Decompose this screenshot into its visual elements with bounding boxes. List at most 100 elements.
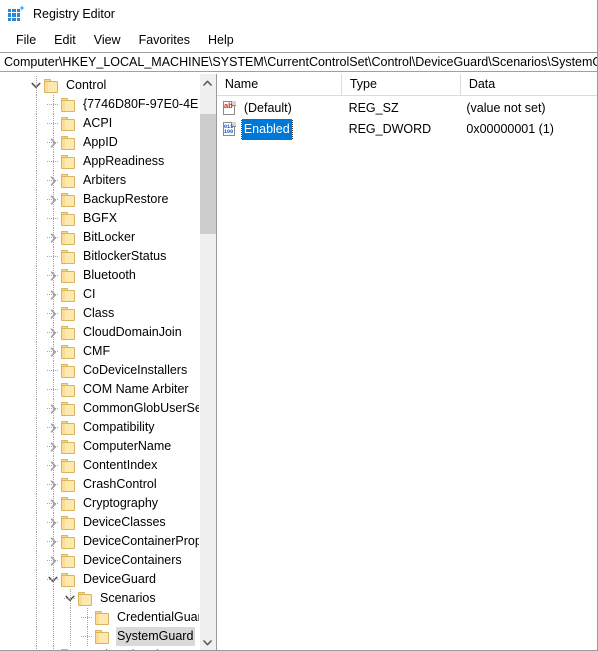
tree-item-devicecontainers[interactable]: DeviceContainers (0, 551, 202, 570)
address-bar[interactable]: Computer\HKEY_LOCAL_MACHINE\SYSTEM\Curre… (0, 52, 597, 72)
menu-item-edit[interactable]: Edit (45, 31, 85, 50)
column-header-type[interactable]: Type (342, 74, 461, 95)
folder-icon (61, 230, 77, 245)
tree-guide-line (36, 114, 37, 133)
tree-item-backuprestore[interactable]: BackupRestore (0, 190, 202, 209)
tree-item-cmf[interactable]: CMF (0, 342, 202, 361)
string-value-icon: ab (222, 101, 236, 116)
value-name-cell: 011 100 Enabled (217, 119, 341, 140)
tree-item-bluetooth[interactable]: Bluetooth (0, 266, 202, 285)
tree-guide-elbow (47, 503, 58, 504)
folder-icon (61, 325, 77, 340)
tree-item-acpi[interactable]: ACPI (0, 114, 202, 133)
tree-item-label: DeviceMigration (82, 646, 175, 650)
folder-icon (61, 534, 77, 549)
tree-item-class[interactable]: Class (0, 304, 202, 323)
tree-item-bgfx[interactable]: BGFX (0, 209, 202, 228)
tree-item-label: BitLocker (83, 230, 136, 244)
tree-item-cryptography[interactable]: Cryptography (0, 494, 202, 513)
value-row[interactable]: 011 100 Enabled REG_DWORD 0x00000001 (1) (217, 119, 597, 140)
tree-vertical-scrollbar[interactable] (198, 74, 216, 650)
tree-item-crashcontrol[interactable]: CrashControl (0, 475, 202, 494)
scroll-down-button[interactable] (199, 634, 216, 650)
tree-item-appid[interactable]: AppID (0, 133, 202, 152)
tree-item-deviceclasses[interactable]: DeviceClasses (0, 513, 202, 532)
registry-editor-window: Registry Editor File Edit View Favorites… (0, 0, 598, 651)
tree-item-devicemigration[interactable]: DeviceMigration (0, 646, 202, 650)
tree-guide-line (36, 209, 37, 228)
tree-item-appreadiness[interactable]: AppReadiness (0, 152, 202, 171)
menu-item-help[interactable]: Help (199, 31, 243, 50)
tree-item-bitlockerstatus[interactable]: BitlockerStatus (0, 247, 202, 266)
tree-item-credentialguard[interactable]: CredentialGuard (0, 608, 202, 627)
tree-item-label: DeviceGuard (83, 572, 156, 586)
tree-item-devicecontainerprope[interactable]: DeviceContainerPrope (0, 532, 202, 551)
folder-icon (95, 610, 111, 625)
address-path: Computer\HKEY_LOCAL_MACHINE\SYSTEM\Curre… (4, 55, 597, 69)
value-row[interactable]: ab (Default) REG_SZ (value not set) (217, 98, 597, 119)
tree-guide-line (36, 608, 37, 627)
tree-item-label: Control (66, 78, 107, 92)
tree-guide-line (36, 456, 37, 475)
title-bar: Registry Editor (0, 0, 597, 28)
tree-item-deviceguard[interactable]: DeviceGuard (0, 570, 202, 589)
tree-item-bitlocker[interactable]: BitLocker (0, 228, 202, 247)
tree-guide-line (53, 608, 54, 627)
main-content: Control {7746D80F-97E0-4E26- ACPI AppID AppR… (0, 74, 597, 650)
tree-guide-elbow (47, 541, 58, 542)
tree-item-compatibility[interactable]: Compatibility (0, 418, 202, 437)
tree-item-com-name-arbiter[interactable]: COM Name Arbiter (0, 380, 202, 399)
folder-icon (61, 420, 77, 435)
tree-item-label: DeviceContainers (83, 553, 182, 567)
tree-guide-elbow (47, 484, 58, 485)
tree-guide-line (36, 95, 37, 114)
tree-item-control[interactable]: Control (0, 76, 202, 95)
menu-item-view[interactable]: View (85, 31, 130, 50)
menu-item-file[interactable]: File (7, 31, 45, 50)
column-header-name[interactable]: Name (217, 74, 342, 95)
tree-item-computername[interactable]: ComputerName (0, 437, 202, 456)
values-list: ab (Default) REG_SZ (value not set) 011 100 En… (217, 96, 597, 140)
tree-item-commonglobuserset[interactable]: CommonGlobUserSet (0, 399, 202, 418)
scroll-up-button[interactable] (199, 74, 216, 91)
tree-item-label: AppID (83, 135, 118, 149)
tree-guide-line (36, 399, 37, 418)
tree-item-contentindex[interactable]: ContentIndex (0, 456, 202, 475)
tree-item-label: DeviceClasses (83, 515, 166, 529)
scroll-thumb[interactable] (199, 114, 216, 234)
tree-item-label: CMF (83, 344, 111, 358)
folder-icon (61, 439, 77, 454)
tree-guide-elbow (47, 465, 58, 466)
folder-icon (78, 591, 94, 606)
folder-icon (61, 515, 77, 530)
column-header-data[interactable]: Data (461, 74, 591, 95)
tree-item-scenarios[interactable]: Scenarios (0, 589, 202, 608)
tree-item-systemguard[interactable]: SystemGuard (0, 627, 202, 646)
tree-guide-line (36, 418, 37, 437)
folder-icon (61, 344, 77, 359)
tree-guide-line (53, 589, 54, 608)
folder-icon (61, 287, 77, 302)
tree-guide-line (36, 380, 37, 399)
tree-item-label: CoDeviceInstallers (83, 363, 188, 377)
tree-item-ci[interactable]: CI (0, 285, 202, 304)
tree-item-clouddomainjoin[interactable]: CloudDomainJoin (0, 323, 202, 342)
window-title: Registry Editor (33, 6, 115, 21)
menu-item-favorites[interactable]: Favorites (130, 31, 199, 50)
tree-item-codeviceinstallers[interactable]: CoDeviceInstallers (0, 361, 202, 380)
tree-item-7746d80f-97e0-4e26[interactable]: {7746D80F-97E0-4E26- (0, 95, 202, 114)
tree-guide-line (36, 551, 37, 570)
folder-icon (61, 382, 77, 397)
tree-guide-elbow (47, 161, 58, 162)
tree-item-arbiters[interactable]: Arbiters (0, 171, 202, 190)
values-column-header: Name Type Data (216, 74, 597, 96)
tree-guide-elbow (47, 142, 58, 143)
